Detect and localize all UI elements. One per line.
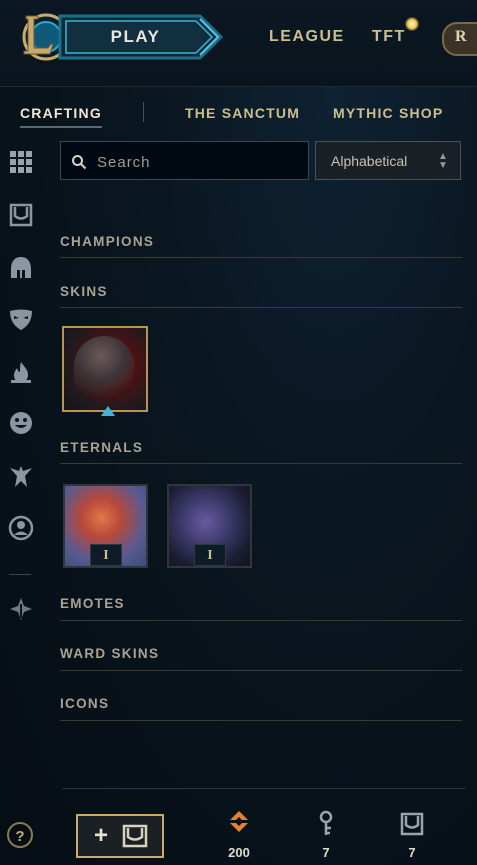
active-tab-underline (20, 126, 102, 128)
skin-item-tile[interactable] (62, 326, 148, 416)
section-eternals[interactable]: ETERNALS (60, 440, 143, 455)
chest-value: 7 (408, 845, 416, 860)
sort-dropdown[interactable]: Alphabetical ▲ ▼ (315, 141, 461, 180)
nav-tft[interactable]: TFT (372, 28, 406, 46)
section-ward-skins[interactable]: WARD SKINS (60, 646, 159, 661)
section-icons[interactable]: ICONS (60, 696, 109, 711)
section-divider (60, 670, 462, 671)
mask-icon[interactable] (8, 306, 34, 332)
notification-glow (405, 17, 419, 31)
section-divider (60, 257, 462, 258)
grid-icon[interactable] (8, 149, 34, 175)
key-value: 7 (322, 845, 330, 860)
section-divider (60, 307, 462, 308)
tab-divider (143, 102, 144, 122)
section-emotes[interactable]: EMOTES (60, 596, 125, 611)
orange-essence-value: 200 (228, 845, 250, 860)
tab-the-sanctum[interactable]: THE SANCTUM (185, 105, 300, 121)
orange-essence-icon (230, 811, 248, 832)
search-box[interactable] (60, 141, 309, 180)
chest-icon (122, 824, 148, 848)
sort-selected-value: Alphabetical (331, 153, 408, 169)
eternal-item-tile[interactable]: I (63, 484, 148, 568)
flame-icon[interactable] (8, 359, 34, 385)
section-champions[interactable]: CHAMPIONS (60, 234, 154, 249)
skin-artwork (74, 336, 134, 402)
loot-icon[interactable] (8, 596, 34, 622)
riot-client-button[interactable]: R (442, 22, 477, 56)
eternal-series-badge: I (90, 544, 122, 566)
sort-chevrons-icon: ▲ ▼ (438, 151, 448, 171)
section-divider (60, 463, 462, 464)
plus-icon: + (94, 822, 109, 849)
search-input[interactable] (95, 150, 299, 174)
section-skins[interactable]: SKINS (60, 284, 108, 299)
profile-icon[interactable] (8, 515, 34, 541)
helmet-icon[interactable] (8, 255, 34, 281)
chest-icon (400, 812, 424, 836)
top-bar: PLAY LEAGUE TFT R (0, 0, 477, 87)
tab-mythic-shop[interactable]: MYTHIC SHOP (333, 105, 443, 121)
section-divider (60, 620, 462, 621)
section-divider (60, 720, 462, 721)
help-button[interactable]: ? (7, 822, 33, 848)
key-icon (319, 810, 333, 835)
add-chest-button[interactable]: + (76, 814, 164, 858)
corner-letter: R (455, 28, 467, 45)
rarity-indicator-icon (101, 406, 115, 416)
sidebar-divider (9, 574, 31, 575)
footer-divider (62, 788, 466, 789)
emote-icon[interactable] (8, 410, 34, 436)
tab-crafting[interactable]: CRAFTING (20, 105, 102, 121)
eternal-item-tile[interactable]: I (167, 484, 252, 568)
eternal-series-badge: I (194, 544, 226, 566)
ward-icon[interactable] (8, 463, 34, 489)
nav-league[interactable]: LEAGUE (269, 28, 345, 46)
chest-icon[interactable] (8, 202, 34, 228)
play-button-label[interactable]: PLAY (58, 13, 213, 61)
search-icon (72, 155, 87, 170)
